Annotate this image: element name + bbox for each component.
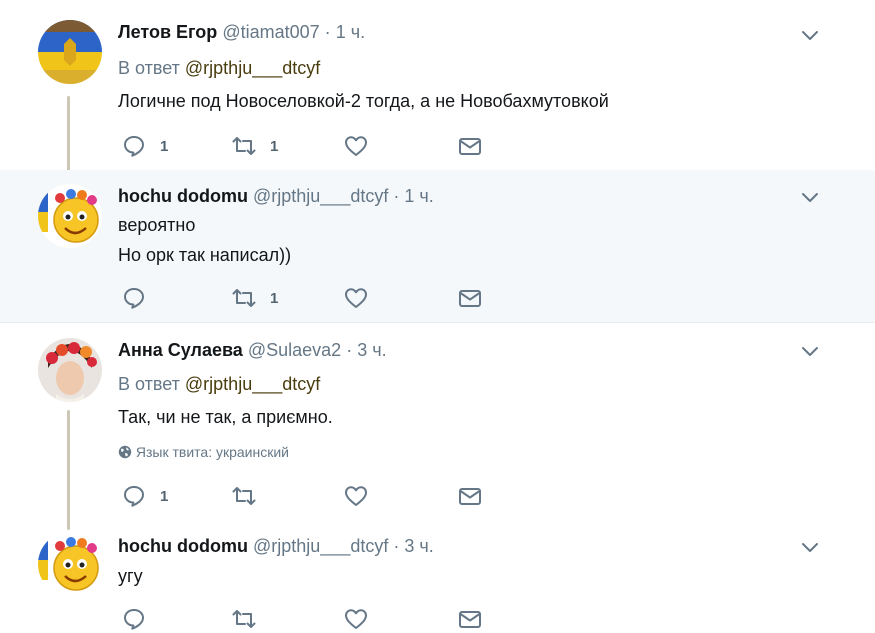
timestamp[interactable]: 1 ч. <box>404 186 433 206</box>
avatar[interactable] <box>38 20 102 84</box>
fullname[interactable]: Анна Сулаева <box>118 340 243 360</box>
like-button[interactable] <box>344 607 368 631</box>
envelope-icon <box>459 611 481 628</box>
like-button[interactable] <box>344 286 368 310</box>
fullname[interactable]: hochu dodomu <box>118 186 248 206</box>
tweet-text: угу <box>118 561 143 591</box>
mention-link[interactable]: @rjpthju___dtcyf <box>185 58 320 78</box>
chevron-down-icon[interactable] <box>801 538 819 556</box>
reply-label: В ответ <box>118 374 180 394</box>
tweet-text-line: угу <box>118 566 143 586</box>
username[interactable]: @rjpthju___dtcyf <box>253 186 388 206</box>
tweet-text: Логичне под Новоселовкой-2 тогда, а не Н… <box>118 86 609 116</box>
avatar[interactable] <box>38 184 102 248</box>
reply-button[interactable]: 1 <box>122 484 168 508</box>
reply-icon <box>124 136 144 157</box>
retweet-icon <box>232 487 256 505</box>
fullname[interactable]: hochu dodomu <box>118 536 248 556</box>
chevron-down-icon[interactable] <box>801 26 819 44</box>
thread-line <box>67 410 70 530</box>
reply-icon <box>124 288 144 309</box>
tweet-header: Анна Сулаева @Sulaeva2 · 3 ч. <box>118 340 387 361</box>
tweet-text-line: Но орк так написал)) <box>118 245 292 265</box>
reply-label: В ответ <box>118 58 180 78</box>
separator: · <box>324 22 331 42</box>
timestamp[interactable]: 3 ч. <box>357 340 386 360</box>
tweet-header: Летов Егор @tiamat007 · 1 ч. <box>118 22 365 43</box>
tweet[interactable]: Анна Сулаева @Sulaeva2 · 3 ч. В ответ @r… <box>0 322 875 530</box>
dm-button[interactable] <box>458 484 482 508</box>
avatar[interactable] <box>38 532 102 596</box>
chevron-down-icon[interactable] <box>801 188 819 206</box>
reply-icon <box>124 609 144 630</box>
tweet[interactable]: Летов Егор @tiamat007 · 1 ч. В ответ @rj… <box>0 0 875 182</box>
timeline: Летов Егор @tiamat007 · 1 ч. В ответ @rj… <box>0 0 875 633</box>
retweet-count: 1 <box>270 138 279 155</box>
reply-count: 1 <box>160 488 169 505</box>
timestamp[interactable]: 1 ч. <box>336 22 365 42</box>
dm-button[interactable] <box>458 286 482 310</box>
tweet-text: Так, чи не так, а приємно. <box>118 402 333 432</box>
tweet-language[interactable]: Язык твита: украинский <box>118 444 289 460</box>
heart-icon <box>345 288 367 308</box>
tweet-text-line: вероятно <box>118 215 196 235</box>
tweet-text-line: Так, чи не так, а приємно. <box>118 407 333 427</box>
retweet-icon <box>232 610 256 628</box>
like-button[interactable] <box>344 484 368 508</box>
chevron-down-icon[interactable] <box>801 342 819 360</box>
envelope-icon <box>459 488 481 505</box>
divider <box>0 322 875 323</box>
retweet-button[interactable] <box>232 484 256 508</box>
reply-icon <box>124 486 144 507</box>
reply-context: В ответ @rjpthju___dtcyf <box>118 374 320 395</box>
tweet[interactable]: hochu dodomu @rjpthju___dtcyf · 1 ч. вер… <box>0 170 875 322</box>
mention-link[interactable]: @rjpthju___dtcyf <box>185 374 320 394</box>
tweet-language-label: Язык твита: украинский <box>135 444 290 460</box>
reply-button[interactable]: 1 <box>122 134 168 158</box>
retweet-button[interactable]: 1 <box>232 134 278 158</box>
reply-count: 1 <box>160 138 169 155</box>
retweet-icon <box>232 137 256 155</box>
globe-icon <box>118 445 132 459</box>
avatar[interactable] <box>38 338 102 402</box>
tweet-text-line: Логичне под Новоселовкой-2 тогда, а не Н… <box>118 91 609 111</box>
envelope-icon <box>459 290 481 307</box>
tweet-text: вероятно Но орк так написал)) <box>118 210 291 270</box>
reply-button[interactable] <box>122 607 146 631</box>
heart-icon <box>345 136 367 156</box>
retweet-count: 1 <box>270 290 279 307</box>
dm-button[interactable] <box>458 134 482 158</box>
timestamp[interactable]: 3 ч. <box>404 536 433 556</box>
retweet-button[interactable]: 1 <box>232 286 278 310</box>
heart-icon <box>345 609 367 629</box>
separator: · <box>346 340 353 360</box>
retweet-button[interactable] <box>232 607 256 631</box>
retweet-icon <box>232 289 256 307</box>
tweet-header: hochu dodomu @rjpthju___dtcyf · 3 ч. <box>118 536 434 557</box>
reply-context: В ответ @rjpthju___dtcyf <box>118 58 320 79</box>
separator: · <box>393 536 400 556</box>
tweet-header: hochu dodomu @rjpthju___dtcyf · 1 ч. <box>118 186 434 207</box>
reply-button[interactable] <box>122 286 146 310</box>
envelope-icon <box>459 138 481 155</box>
tweet[interactable]: hochu dodomu @rjpthju___dtcyf · 3 ч. угу <box>0 518 875 633</box>
username[interactable]: @rjpthju___dtcyf <box>253 536 388 556</box>
username[interactable]: @tiamat007 <box>222 22 319 42</box>
heart-icon <box>345 486 367 506</box>
fullname[interactable]: Летов Егор <box>118 22 217 42</box>
like-button[interactable] <box>344 134 368 158</box>
separator: · <box>393 186 400 206</box>
dm-button[interactable] <box>458 607 482 631</box>
username[interactable]: @Sulaeva2 <box>248 340 341 360</box>
